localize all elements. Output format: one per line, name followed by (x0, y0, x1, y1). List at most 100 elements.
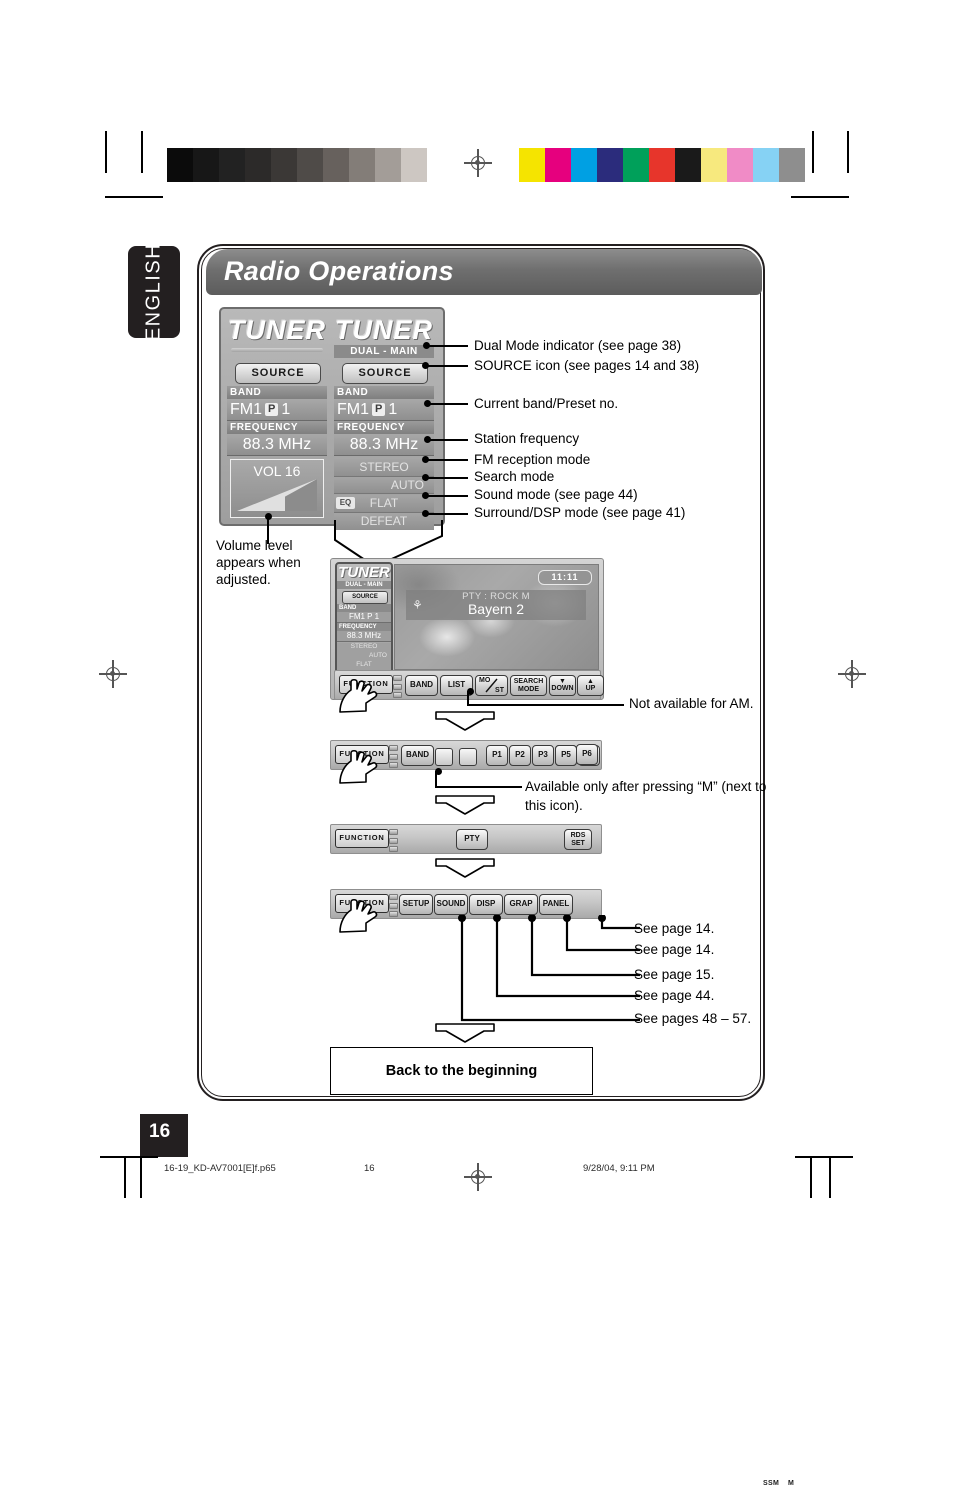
search-mode-line1: SEARCH (513, 678, 544, 685)
crop-mark-bl-h (100, 1156, 158, 1158)
callout-line-surround-mode (427, 513, 468, 515)
registration-mark-left (99, 660, 127, 688)
hand-pointer-icon-2 (339, 749, 378, 784)
lcd-left: TUNER SOURCE BAND FM1 P 1 FREQUENCY 88.3 M… (227, 314, 327, 518)
setup-button[interactable]: SETUP (399, 894, 433, 915)
callout-available-after-m-line1: Available only after pressing “M” (next … (525, 779, 767, 794)
preset-button-p1[interactable]: P1 (486, 745, 508, 766)
volume-level-triangle-icon (237, 479, 317, 511)
mini-lcd-title: TUNER (338, 564, 390, 581)
lcd-left-separator (231, 348, 323, 352)
crop-mark-tr-v (847, 131, 849, 173)
rds-set-line2: SET (571, 839, 585, 847)
color-swatch-bar (519, 148, 805, 182)
registration-mark-right (838, 660, 866, 688)
footer-page: 16 (364, 1163, 375, 1174)
sound-button[interactable]: SOUND (434, 894, 468, 915)
callout-volume-line1: Volume level (216, 538, 293, 553)
mini-lcd-band-label: BAND (337, 604, 391, 612)
preset-button-p3[interactable]: P3 (532, 745, 554, 766)
rds-set-button[interactable]: RDS SET (564, 829, 592, 850)
callout-see-page-14-b: See page 14. (634, 942, 715, 957)
flow-arrow-1 (435, 711, 495, 731)
callout-not-available-am: Not available for AM. (629, 696, 754, 711)
callout-sound-mode: Sound mode (see page 44) (474, 487, 638, 502)
callout-see-page-15: See page 15. (634, 967, 715, 982)
ssm-caption: SSM (763, 1480, 780, 1487)
callout-source-icon: SOURCE icon (see pages 14 and 38) (474, 358, 700, 373)
flow-arrow-2 (435, 795, 495, 815)
callout-volume-line3: adjusted. (216, 572, 271, 587)
callout-surround-mode: Surround/DSP mode (see page 41) (474, 505, 686, 520)
footer-filename: 16-19_KD-AV7001[E]f.p65 (164, 1163, 276, 1174)
callout-station-frequency: Station frequency (474, 431, 580, 446)
lcd-left-preset-value: 1 (281, 401, 291, 418)
lcd-right-band-prefix: FM1 (337, 401, 369, 418)
menu-button-leader-lines (458, 915, 630, 1022)
callout-line-sound-mode (427, 495, 468, 497)
footer-timestamp: 9/28/04, 9:11 PM (583, 1163, 655, 1174)
callout-available-after-m-line2: this icon). (525, 798, 583, 813)
lcd-right-preset-badge: P (372, 403, 386, 416)
flow-arrow-4 (435, 1023, 495, 1043)
lcd-right-source-button[interactable]: SOURCE (342, 363, 428, 384)
preset-button-p5[interactable]: P5 (555, 745, 577, 766)
lcd-left-title: TUNER (228, 315, 326, 345)
callout-fm-reception: FM reception mode (474, 452, 591, 467)
callout-line-search-mode (427, 477, 468, 479)
mini-lcd: TUNER DUAL - MAIN SOURCE BAND FM1 P 1 FR… (335, 562, 393, 679)
lcd-left-source-button[interactable]: SOURCE (235, 363, 321, 384)
crop-mark-br-h (795, 1156, 853, 1158)
crop-mark-bl-v (124, 1156, 126, 1198)
callout-line-dual-mode (428, 345, 468, 347)
lcd-right-preset-value: 1 (388, 401, 398, 418)
mini-lcd-source-button[interactable]: SOURCE (342, 591, 388, 604)
eq-chip-icon: EQ (336, 497, 355, 509)
station-name: Bayern 2 (467, 601, 525, 617)
panel-button[interactable]: PANEL (539, 894, 573, 915)
flow-arrow-3 (435, 858, 495, 878)
callout-line-not-available-am (467, 691, 624, 706)
callout-see-pages-48-57: See pages 48 – 57. (634, 1011, 752, 1026)
grap-button[interactable]: GRAP (504, 894, 538, 915)
crop-mark-br-v2 (829, 1156, 831, 1198)
strip-rds-controls: FUNCTION PTY RDS SET (330, 824, 602, 854)
lcd-right-band-label: BAND (334, 386, 434, 399)
mini-lcd-dual-mode: DUAL - MAIN (337, 581, 391, 589)
lcd-right-reception-mode: STEREO (334, 459, 434, 477)
back-to-beginning-label: Back to the beginning (385, 1063, 538, 1079)
callout-band-preset: Current band/Preset no. (474, 396, 619, 411)
station-info-band: ⚘ PTY : ROCK M Bayern 2 (406, 590, 586, 620)
mini-lcd-band-value: FM1 P 1 (337, 612, 391, 623)
mo-st-line1: MO (479, 677, 491, 684)
lcd-right: TUNER DUAL - MAIN SOURCE BAND FM1 P 1 FREQ… (334, 314, 434, 530)
lcd-left-volume-text: VOL 16 (253, 463, 301, 479)
main-monitor-screen: 11:11 ⚘ PTY : ROCK M Bayern 2 (394, 564, 599, 670)
crop-mark-br-v (810, 1156, 812, 1198)
lcd-right-dual-mode: DUAL - MAIN (334, 345, 434, 358)
hand-pointer-icon-1 (339, 678, 378, 713)
preset-button-p2[interactable]: P2 (509, 745, 531, 766)
lcd-left-band-label: BAND (227, 386, 327, 399)
band-button-2[interactable]: BAND (401, 745, 434, 766)
callout-line-source-icon (427, 365, 468, 367)
grayscale-swatch-bar (167, 148, 453, 182)
m-caption: M (788, 1480, 795, 1487)
callout-volume-line2: appears when (216, 555, 301, 570)
lcd-left-frequency-label: FREQUENCY (227, 421, 327, 434)
pty-button[interactable]: PTY (456, 829, 488, 850)
crop-mark-tl-v (105, 131, 107, 173)
crop-mark-tr2 (812, 131, 814, 173)
m-button[interactable] (459, 748, 477, 766)
preset-button-p6-visible[interactable]: P6 (576, 744, 598, 765)
callout-line-station-frequency (429, 439, 468, 441)
callout-see-page-44: See page 44. (634, 988, 715, 1003)
rds-set-line1: RDS (570, 832, 586, 839)
band-button[interactable]: BAND (405, 675, 438, 696)
page-title-bar: Radio Operations (206, 249, 762, 295)
led-indicators-1 (393, 675, 402, 698)
function-button-3[interactable]: FUNCTION (335, 829, 389, 848)
ssm-button[interactable] (435, 748, 453, 766)
callout-line-ssm (435, 771, 522, 788)
disp-button[interactable]: DISP (469, 894, 503, 915)
